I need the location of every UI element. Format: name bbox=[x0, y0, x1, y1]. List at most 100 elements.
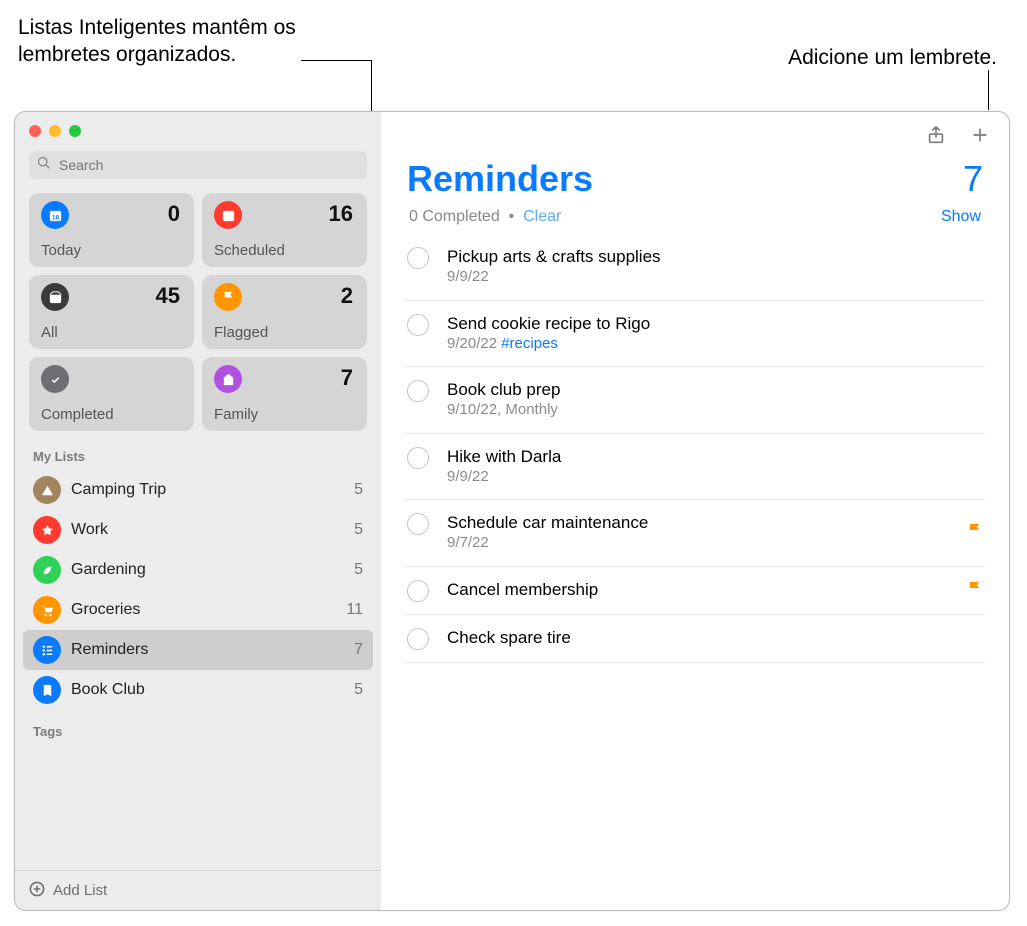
list-count: 5 bbox=[354, 521, 363, 539]
flag-icon bbox=[967, 580, 983, 601]
list-icon bbox=[33, 596, 61, 624]
scheduled-icon bbox=[214, 201, 242, 229]
smart-count: 2 bbox=[341, 283, 353, 309]
reminder-title: Check spare tire bbox=[447, 627, 983, 648]
list-count: 5 bbox=[354, 561, 363, 579]
reminder-title: Cancel membership bbox=[447, 579, 959, 600]
list-icon bbox=[33, 476, 61, 504]
add-list-label: Add List bbox=[53, 882, 107, 899]
smart-label: All bbox=[41, 324, 58, 341]
show-button[interactable]: Show bbox=[941, 208, 981, 226]
smart-label: Today bbox=[41, 242, 81, 259]
smart-flagged[interactable]: 2 Flagged bbox=[202, 275, 367, 349]
sidebar-item-garden[interactable]: Gardening5 bbox=[23, 550, 373, 590]
smart-label: Scheduled bbox=[214, 242, 285, 259]
list-name: Work bbox=[71, 521, 354, 539]
sidebar-item-camping[interactable]: Camping Trip5 bbox=[23, 470, 373, 510]
share-button[interactable] bbox=[925, 124, 947, 146]
reminder-row[interactable]: Check spare tire bbox=[405, 615, 985, 663]
complete-checkbox[interactable] bbox=[407, 380, 429, 402]
reminder-title: Pickup arts & crafts supplies bbox=[447, 246, 983, 267]
complete-checkbox[interactable] bbox=[407, 314, 429, 336]
today-icon: 18 bbox=[41, 201, 69, 229]
sidebar-item-reminders[interactable]: Reminders7 bbox=[23, 630, 373, 670]
add-list-button[interactable]: Add List bbox=[15, 870, 381, 910]
reminder-tag[interactable]: #recipes bbox=[501, 335, 558, 352]
smart-family[interactable]: 7 Family bbox=[202, 357, 367, 431]
list-count: 5 bbox=[354, 481, 363, 499]
reminder-subtitle: 9/9/22 bbox=[447, 267, 983, 287]
reminder-row[interactable]: Cancel membership bbox=[405, 567, 985, 615]
reminder-row[interactable]: Schedule car maintenance9/7/22 bbox=[405, 500, 985, 567]
complete-checkbox[interactable] bbox=[407, 628, 429, 650]
list-count: 11 bbox=[346, 601, 363, 619]
callout-line bbox=[988, 70, 989, 110]
list-name: Book Club bbox=[71, 681, 354, 699]
complete-checkbox[interactable] bbox=[407, 513, 429, 535]
reminder-title: Schedule car maintenance bbox=[447, 512, 959, 533]
sidebar-item-work[interactable]: Work5 bbox=[23, 510, 373, 550]
page-title: Reminders bbox=[407, 158, 593, 200]
search-input[interactable] bbox=[57, 156, 359, 174]
callout-line bbox=[301, 60, 371, 61]
all-icon bbox=[41, 283, 69, 311]
smart-count: 7 bbox=[341, 365, 353, 391]
reminder-row[interactable]: Book club prep9/10/22, Monthly bbox=[405, 367, 985, 434]
toolbar bbox=[381, 112, 1009, 146]
page-count: 7 bbox=[963, 158, 983, 200]
smart-today[interactable]: 18 0 Today bbox=[29, 193, 194, 267]
section-tags: Tags bbox=[15, 710, 381, 745]
list-count: 5 bbox=[354, 681, 363, 699]
sidebar: 18 0 Today 16 Scheduled 45 All 2 Flagged Complete… bbox=[15, 112, 381, 910]
smart-completed[interactable]: Completed bbox=[29, 357, 194, 431]
completed-count: 0 Completed bbox=[409, 208, 500, 225]
completed-icon bbox=[41, 365, 69, 393]
search-field[interactable] bbox=[29, 151, 367, 179]
list-icon bbox=[33, 516, 61, 544]
complete-checkbox[interactable] bbox=[407, 580, 429, 602]
smart-count: 45 bbox=[156, 283, 180, 309]
complete-checkbox[interactable] bbox=[407, 447, 429, 469]
reminder-title: Send cookie recipe to Rigo bbox=[447, 313, 983, 334]
list-icon bbox=[33, 676, 61, 704]
list-count: 7 bbox=[354, 641, 363, 659]
reminder-row[interactable]: Hike with Darla9/9/22 bbox=[405, 434, 985, 501]
list-name: Gardening bbox=[71, 561, 354, 579]
smart-count: 16 bbox=[329, 201, 353, 227]
dot: • bbox=[504, 208, 523, 225]
reminder-row[interactable]: Pickup arts & crafts supplies9/9/22 bbox=[405, 234, 985, 301]
window-controls bbox=[15, 112, 381, 141]
search-icon bbox=[37, 155, 57, 175]
reminder-title: Book club prep bbox=[447, 379, 983, 400]
list-name: Reminders bbox=[71, 641, 354, 659]
reminder-subtitle: 9/10/22, Monthly bbox=[447, 400, 983, 420]
add-reminder-button[interactable] bbox=[969, 124, 991, 146]
reminder-subtitle: 9/7/22 bbox=[447, 533, 959, 553]
list-name: Groceries bbox=[71, 601, 346, 619]
smart-label: Flagged bbox=[214, 324, 268, 341]
smart-all[interactable]: 45 All bbox=[29, 275, 194, 349]
minimize-button[interactable] bbox=[49, 125, 61, 137]
reminder-title: Hike with Darla bbox=[447, 446, 983, 467]
reminder-subtitle: 9/20/22 #recipes bbox=[447, 334, 983, 354]
sidebar-item-bookclub[interactable]: Book Club5 bbox=[23, 670, 373, 710]
list-icon bbox=[33, 636, 61, 664]
smart-scheduled[interactable]: 16 Scheduled bbox=[202, 193, 367, 267]
reminder-row[interactable]: Send cookie recipe to Rigo9/20/22 #recip… bbox=[405, 301, 985, 368]
smart-label: Completed bbox=[41, 406, 114, 423]
callout-add-reminder: Adicione um lembrete. bbox=[788, 44, 997, 71]
smart-label: Family bbox=[214, 406, 258, 423]
close-button[interactable] bbox=[29, 125, 41, 137]
reminders-window: 18 0 Today 16 Scheduled 45 All 2 Flagged Complete… bbox=[14, 111, 1010, 911]
complete-checkbox[interactable] bbox=[407, 247, 429, 269]
svg-text:18: 18 bbox=[51, 214, 59, 221]
sidebar-item-grocери[interactable]: Groceries11 bbox=[23, 590, 373, 630]
clear-button[interactable]: Clear bbox=[523, 208, 561, 225]
smart-count: 0 bbox=[168, 201, 180, 227]
zoom-button[interactable] bbox=[69, 125, 81, 137]
list-name: Camping Trip bbox=[71, 481, 354, 499]
plus-circle-icon bbox=[29, 881, 45, 901]
main-pane: Reminders 7 0 Completed • Clear Show Pic… bbox=[381, 112, 1009, 910]
family-icon bbox=[214, 365, 242, 393]
flag-icon bbox=[967, 522, 983, 543]
